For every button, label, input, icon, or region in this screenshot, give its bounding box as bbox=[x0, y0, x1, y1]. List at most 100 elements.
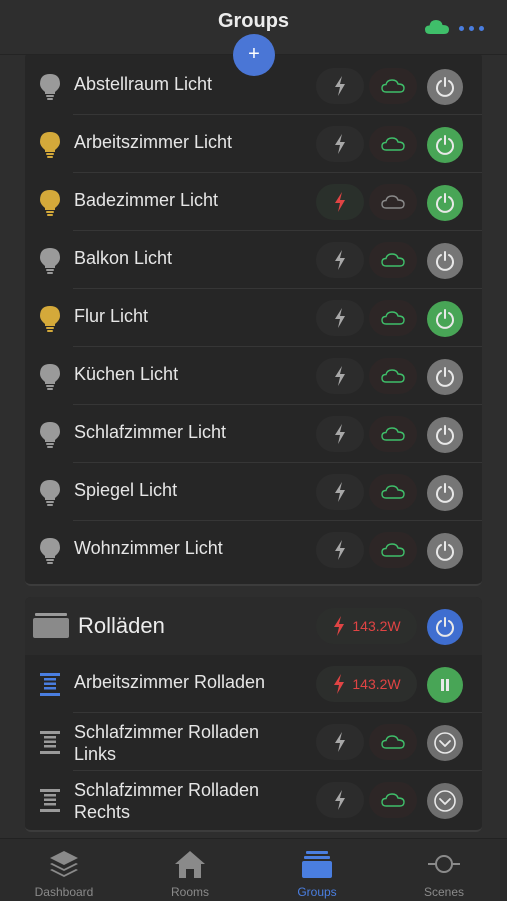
light-name: Spiegel Licht bbox=[74, 480, 178, 500]
power-button[interactable] bbox=[316, 474, 364, 510]
pause-button[interactable] bbox=[427, 667, 463, 703]
chevron-down-icon bbox=[434, 732, 456, 754]
power-button[interactable] bbox=[316, 724, 364, 760]
cloud-button[interactable] bbox=[369, 300, 417, 336]
cloud-button[interactable] bbox=[369, 126, 417, 162]
power-toggle[interactable] bbox=[427, 301, 463, 337]
blind-name: Schlafzimmer Rolladen Rechts bbox=[74, 780, 260, 822]
tab-groups[interactable]: Groups bbox=[254, 839, 380, 901]
list-item[interactable]: Badezimmer Licht bbox=[25, 173, 482, 231]
power-button[interactable] bbox=[316, 184, 364, 220]
power-icon bbox=[436, 309, 454, 329]
list-item[interactable]: Spiegel Licht bbox=[25, 463, 482, 521]
power-toggle[interactable] bbox=[427, 69, 463, 105]
light-name: Balkon Licht bbox=[74, 248, 173, 268]
power-toggle[interactable] bbox=[427, 127, 463, 163]
power-icon bbox=[436, 251, 454, 271]
group-title: Rolläden bbox=[78, 613, 165, 638]
group-header[interactable]: Rolläden 143.2W bbox=[25, 597, 482, 655]
lower-button[interactable] bbox=[427, 725, 463, 761]
tab-rooms[interactable]: Rooms bbox=[127, 839, 253, 901]
cloud-button[interactable] bbox=[369, 416, 417, 452]
group-power-toggle[interactable] bbox=[427, 609, 463, 645]
cloud-button[interactable] bbox=[369, 68, 417, 104]
power-icon bbox=[436, 425, 454, 445]
list-item[interactable]: Küchen Licht bbox=[25, 347, 482, 405]
bulb-icon bbox=[40, 132, 60, 158]
power-button[interactable] bbox=[316, 126, 364, 162]
bolt-icon bbox=[335, 250, 345, 270]
power-button[interactable] bbox=[316, 300, 364, 336]
light-name: Abstellraum Licht bbox=[74, 74, 213, 94]
bolt-icon bbox=[335, 76, 345, 96]
power-toggle[interactable] bbox=[427, 359, 463, 395]
cloud-icon bbox=[381, 253, 405, 267]
cloud-icon bbox=[381, 311, 405, 325]
bulb-icon bbox=[40, 364, 60, 390]
cloud-button[interactable] bbox=[369, 474, 417, 510]
list-item[interactable]: Schlafzimmer Licht bbox=[25, 405, 482, 463]
shutter-icon bbox=[40, 789, 60, 812]
cloud-button[interactable] bbox=[369, 532, 417, 568]
bolt-icon bbox=[334, 674, 345, 694]
power-toggle[interactable] bbox=[427, 533, 463, 569]
power-toggle[interactable] bbox=[427, 417, 463, 453]
list-item[interactable]: Schlafzimmer Rolladen Links bbox=[25, 713, 482, 771]
tab-bar: Dashboard Rooms Groups Scenes bbox=[0, 838, 507, 901]
tab-scenes[interactable]: Scenes bbox=[381, 839, 507, 901]
cloud-status-icon[interactable] bbox=[424, 18, 450, 36]
scenes-icon bbox=[428, 855, 460, 873]
bolt-icon bbox=[335, 134, 345, 154]
bolt-icon bbox=[335, 732, 345, 752]
tab-dashboard[interactable]: Dashboard bbox=[1, 839, 127, 901]
cloud-icon bbox=[381, 485, 405, 499]
power-toggle[interactable] bbox=[427, 243, 463, 279]
group-power-reading: 143.2W bbox=[316, 608, 417, 644]
cloud-button[interactable] bbox=[369, 184, 417, 220]
power-button[interactable] bbox=[316, 532, 364, 568]
chevron-down-icon bbox=[434, 790, 456, 812]
add-group-button[interactable]: + bbox=[233, 34, 275, 76]
pause-icon bbox=[441, 679, 449, 691]
list-item[interactable]: Wohnzimmer Licht bbox=[25, 521, 482, 579]
light-name: Küchen Licht bbox=[74, 364, 179, 384]
more-options-button[interactable] bbox=[459, 18, 491, 38]
light-name: Flur Licht bbox=[74, 306, 149, 326]
cloud-button[interactable] bbox=[369, 358, 417, 394]
power-button[interactable] bbox=[316, 242, 364, 278]
cloud-button[interactable] bbox=[369, 782, 417, 818]
cloud-icon bbox=[381, 369, 405, 383]
blind-name: Schlafzimmer Rolladen Links bbox=[74, 722, 260, 764]
blinds-group-icon bbox=[33, 613, 69, 638]
bulb-icon bbox=[40, 248, 60, 274]
power-toggle[interactable] bbox=[427, 475, 463, 511]
cloud-button[interactable] bbox=[369, 724, 417, 760]
list-item[interactable]: Arbeitszimmer Rolladen 143.2W bbox=[25, 655, 482, 713]
cloud-icon bbox=[381, 735, 405, 749]
list-item[interactable]: Flur Licht bbox=[25, 289, 482, 347]
bolt-icon bbox=[335, 482, 345, 502]
power-icon bbox=[436, 617, 454, 637]
light-name: Arbeitszimmer Licht bbox=[74, 132, 233, 152]
bulb-icon bbox=[40, 74, 60, 100]
cloud-button[interactable] bbox=[369, 242, 417, 278]
lower-button[interactable] bbox=[427, 783, 463, 819]
tab-label: Dashboard bbox=[34, 885, 94, 899]
list-item[interactable]: Schlafzimmer Rolladen Rechts bbox=[25, 771, 482, 829]
cloud-icon bbox=[381, 543, 405, 557]
power-button[interactable] bbox=[316, 358, 364, 394]
power-icon bbox=[436, 135, 454, 155]
cloud-icon bbox=[381, 427, 405, 441]
list-item[interactable]: Balkon Licht bbox=[25, 231, 482, 289]
tab-label: Groups bbox=[297, 885, 337, 899]
power-reading: 143.2W bbox=[316, 666, 417, 702]
tab-label: Rooms bbox=[170, 885, 209, 899]
power-value: 143.2W bbox=[352, 618, 401, 634]
bolt-icon bbox=[335, 790, 345, 810]
power-button[interactable] bbox=[316, 782, 364, 818]
cloud-icon bbox=[381, 195, 405, 209]
power-toggle[interactable] bbox=[427, 185, 463, 221]
list-item[interactable]: Arbeitszimmer Licht bbox=[25, 115, 482, 173]
power-button[interactable] bbox=[316, 416, 364, 452]
power-button[interactable] bbox=[316, 68, 364, 104]
